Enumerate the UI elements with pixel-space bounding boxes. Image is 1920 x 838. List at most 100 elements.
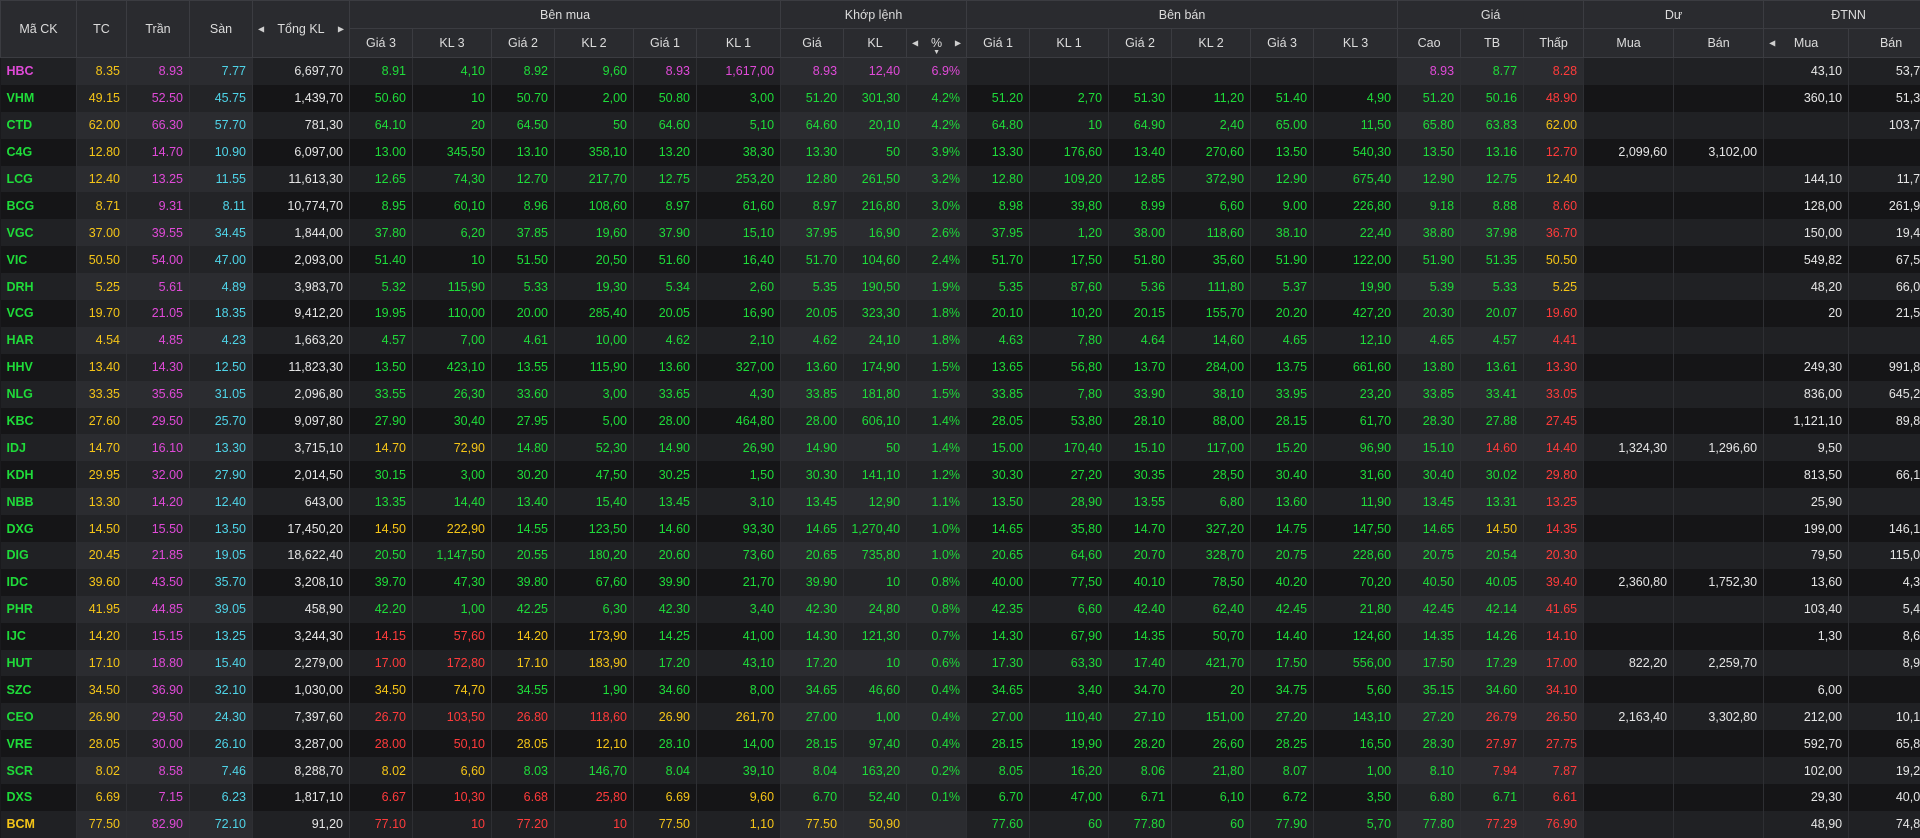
- cell-bid-price-3: 8.02: [350, 757, 413, 784]
- sort-desc-icon[interactable]: ▼: [933, 49, 940, 56]
- table-row[interactable]: VGC37.0039.5534.451,844,0037.806,2037.85…: [1, 219, 1920, 246]
- cell-symbol[interactable]: DRH: [1, 273, 77, 300]
- table-row[interactable]: KBC27.6029.5025.709,097,8027.9030,4027.9…: [1, 408, 1920, 435]
- col-bid-vol-2[interactable]: KL 2: [555, 29, 634, 58]
- col-ask-price-2[interactable]: Giá 2: [1109, 29, 1172, 58]
- col-ask-vol-1[interactable]: KL 1: [1030, 29, 1109, 58]
- col-ask-price-1[interactable]: Giá 1: [967, 29, 1030, 58]
- table-row[interactable]: HHV13.4014.3012.5011,823,3013.50423,1013…: [1, 354, 1920, 381]
- left-arrow-icon[interactable]: ◀: [258, 25, 264, 34]
- table-row[interactable]: BCM77.5082.9072.1091,2077.101077.201077.…: [1, 811, 1920, 838]
- cell-symbol[interactable]: VHM: [1, 85, 77, 112]
- cell-symbol[interactable]: KDH: [1, 461, 77, 488]
- table-row[interactable]: IJC14.2015.1513.253,244,3014.1557,6014.2…: [1, 623, 1920, 650]
- col-ask-vol-3[interactable]: KL 3: [1314, 29, 1398, 58]
- table-row[interactable]: HUT17.1018.8015.402,279,0017.00172,8017.…: [1, 650, 1920, 677]
- table-row[interactable]: VHM49.1552.5045.751,439,7050.601050.702,…: [1, 85, 1920, 112]
- table-row[interactable]: C4G12.8014.7010.906,097,0013.00345,5013.…: [1, 139, 1920, 166]
- cell-symbol[interactable]: VCG: [1, 300, 77, 327]
- cell-symbol[interactable]: HAR: [1, 327, 77, 354]
- col-foreign-sell[interactable]: Bán ▶: [1849, 29, 1920, 58]
- cell-match-percent: 1.0%: [907, 542, 967, 569]
- col-high[interactable]: Cao: [1398, 29, 1461, 58]
- right-arrow-icon[interactable]: ▶: [338, 25, 344, 34]
- col-ask-price-3[interactable]: Giá 3: [1251, 29, 1314, 58]
- table-row[interactable]: VRE28.0530.0026.103,287,0028.0050,1028.0…: [1, 730, 1920, 757]
- cell-symbol[interactable]: KBC: [1, 408, 77, 435]
- table-row[interactable]: SZC34.5036.9032.101,030,0034.5074,7034.5…: [1, 676, 1920, 703]
- cell-symbol[interactable]: HBC: [1, 58, 77, 85]
- col-rem-buy[interactable]: Mua: [1584, 29, 1674, 58]
- cell-bid-price-2: 26.80: [492, 703, 555, 730]
- table-row[interactable]: SCR8.028.587.468,288,708.026,608.03146,7…: [1, 757, 1920, 784]
- col-bid-price-3[interactable]: Giá 3: [350, 29, 413, 58]
- table-row[interactable]: PHR41.9544.8539.05458,9042.201,0042.256,…: [1, 596, 1920, 623]
- col-foreign-buy[interactable]: ◀ Mua: [1764, 29, 1849, 58]
- table-row[interactable]: KDH29.9532.0027.902,014,5030.153,0030.20…: [1, 461, 1920, 488]
- left-arrow-icon[interactable]: ◀: [912, 39, 918, 48]
- cell-symbol[interactable]: CEO: [1, 703, 77, 730]
- col-symbol[interactable]: Mã CK: [1, 1, 77, 58]
- table-row[interactable]: BCG8.719.318.1110,774,708.9560,108.96108…: [1, 192, 1920, 219]
- table-row[interactable]: VCG19.7021.0518.359,412,2019.95110,0020.…: [1, 300, 1920, 327]
- cell-ask-vol-1: 53,80: [1030, 408, 1109, 435]
- cell-symbol[interactable]: HUT: [1, 650, 77, 677]
- col-bid-vol-1[interactable]: KL 1: [697, 29, 781, 58]
- col-match-percent[interactable]: ◀ % ▼ ▶: [907, 29, 967, 58]
- cell-bid-price-2: 4.61: [492, 327, 555, 354]
- col-match-volume[interactable]: KL: [844, 29, 907, 58]
- cell-avg: 6.71: [1461, 784, 1524, 811]
- table-row[interactable]: CEO26.9029.5024.307,397,6026.70103,5026.…: [1, 703, 1920, 730]
- cell-ask-price-1: 13.50: [967, 488, 1030, 515]
- col-avg[interactable]: TB: [1461, 29, 1524, 58]
- table-row[interactable]: DIG20.4521.8519.0518,622,4020.501,147,50…: [1, 542, 1920, 569]
- col-bid-price-2[interactable]: Giá 2: [492, 29, 555, 58]
- cell-symbol[interactable]: C4G: [1, 139, 77, 166]
- cell-symbol[interactable]: NBB: [1, 488, 77, 515]
- table-row[interactable]: DRH5.255.614.893,983,705.32115,905.3319,…: [1, 273, 1920, 300]
- col-bid-price-1[interactable]: Giá 1: [634, 29, 697, 58]
- cell-symbol[interactable]: BCG: [1, 192, 77, 219]
- table-row[interactable]: NBB13.3014.2012.40643,0013.3514,4013.401…: [1, 488, 1920, 515]
- cell-symbol[interactable]: CTD: [1, 112, 77, 139]
- col-low[interactable]: Thấp: [1524, 29, 1584, 58]
- col-floor[interactable]: Sàn: [190, 1, 253, 58]
- table-row[interactable]: CTD62.0066.3057.70781,3064.102064.505064…: [1, 112, 1920, 139]
- col-ref[interactable]: TC: [77, 1, 127, 58]
- col-bid-vol-3[interactable]: KL 3: [413, 29, 492, 58]
- table-row[interactable]: HBC8.358.937.776,697,708.914,108.929,608…: [1, 58, 1920, 85]
- cell-symbol[interactable]: NLG: [1, 381, 77, 408]
- cell-bid-vol-2: 67,60: [555, 569, 634, 596]
- cell-symbol[interactable]: SCR: [1, 757, 77, 784]
- cell-symbol[interactable]: HHV: [1, 354, 77, 381]
- cell-bid-vol-3: 20: [413, 112, 492, 139]
- table-row[interactable]: LCG12.4013.2511.5511,613,3012.6574,3012.…: [1, 166, 1920, 193]
- table-row[interactable]: HAR4.544.854.231,663,204.577,004.6110,00…: [1, 327, 1920, 354]
- col-match-price[interactable]: Giá: [781, 29, 844, 58]
- table-row[interactable]: IDJ14.7016.1013.303,715,1014.7072,9014.8…: [1, 434, 1920, 461]
- table-row[interactable]: VIC50.5054.0047.002,093,0051.401051.5020…: [1, 246, 1920, 273]
- cell-symbol[interactable]: IDJ: [1, 434, 77, 461]
- col-total-volume[interactable]: ◀ Tổng KL ▶: [253, 1, 350, 58]
- cell-symbol[interactable]: VRE: [1, 730, 77, 757]
- cell-symbol[interactable]: VIC: [1, 246, 77, 273]
- col-ceil[interactable]: Trần: [127, 1, 190, 58]
- table-row[interactable]: IDC39.6043.5035.703,208,1039.7047,3039.8…: [1, 569, 1920, 596]
- table-row[interactable]: DXS6.697.156.231,817,106.6710,306.6825,8…: [1, 784, 1920, 811]
- cell-symbol[interactable]: IDC: [1, 569, 77, 596]
- table-row[interactable]: NLG33.3535.6531.052,096,8033.5526,3033.6…: [1, 381, 1920, 408]
- col-ask-vol-2[interactable]: KL 2: [1172, 29, 1251, 58]
- cell-symbol[interactable]: BCM: [1, 811, 77, 838]
- cell-symbol[interactable]: VGC: [1, 219, 77, 246]
- cell-symbol[interactable]: SZC: [1, 676, 77, 703]
- cell-symbol[interactable]: PHR: [1, 596, 77, 623]
- cell-symbol[interactable]: IJC: [1, 623, 77, 650]
- cell-symbol[interactable]: DXG: [1, 515, 77, 542]
- cell-symbol[interactable]: DXS: [1, 784, 77, 811]
- table-row[interactable]: DXG14.5015.5013.5017,450,2014.50222,9014…: [1, 515, 1920, 542]
- cell-symbol[interactable]: LCG: [1, 166, 77, 193]
- left-arrow-icon[interactable]: ◀: [1769, 39, 1775, 48]
- col-rem-sell[interactable]: Bán: [1674, 29, 1764, 58]
- right-arrow-icon[interactable]: ▶: [955, 39, 961, 48]
- cell-symbol[interactable]: DIG: [1, 542, 77, 569]
